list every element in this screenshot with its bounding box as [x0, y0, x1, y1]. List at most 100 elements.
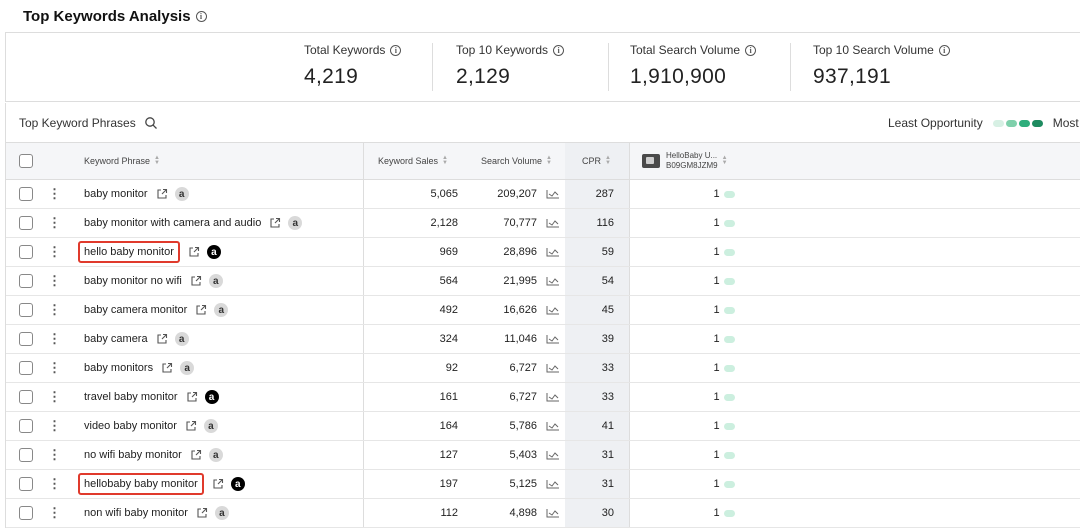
table-row[interactable]: ⋮ travel baby monitor a 161 6,727 33 1 [6, 383, 1080, 412]
table-row[interactable]: ⋮ video baby monitor a 164 5,786 41 1 [6, 412, 1080, 441]
amazon-icon[interactable]: a [204, 390, 219, 404]
row-checkbox[interactable] [19, 419, 33, 433]
header-search-volume[interactable]: Search Volume ▲ ▼ [481, 143, 552, 179]
row-menu-icon[interactable]: ⋮ [48, 273, 61, 289]
row-checkbox[interactable] [19, 477, 33, 491]
table-row[interactable]: ⋮ baby camera monitor a 492 16,626 45 1 [6, 296, 1080, 325]
trend-chart-icon[interactable] [546, 276, 560, 286]
row-checkbox[interactable] [19, 506, 33, 520]
header-product[interactable]: HelloBaby U... B09GM8JZM9 ▲ ▼ [642, 143, 728, 179]
row-menu-icon[interactable]: ⋮ [48, 418, 61, 434]
row-menu-icon[interactable]: ⋮ [48, 360, 61, 376]
external-link-icon[interactable] [156, 333, 168, 345]
table-row[interactable]: ⋮ baby monitor a 5,065 209,207 287 1 [6, 180, 1080, 209]
external-link-icon[interactable] [188, 246, 200, 258]
trend-chart-icon[interactable] [546, 508, 560, 518]
keyword-phrase[interactable]: baby camera monitor [84, 304, 187, 316]
external-link-icon[interactable] [269, 217, 281, 229]
external-link-icon[interactable] [186, 391, 198, 403]
external-link-icon[interactable] [185, 420, 197, 432]
info-icon[interactable]: i [390, 44, 402, 56]
trend-chart-icon[interactable] [546, 421, 560, 431]
keyword-phrase[interactable]: no wifi baby monitor [84, 449, 182, 461]
keyword-phrase[interactable]: hello baby monitor [78, 241, 180, 263]
amazon-icon[interactable]: a [214, 506, 229, 520]
row-checkbox[interactable] [19, 245, 33, 259]
keyword-phrase[interactable]: baby monitor no wifi [84, 275, 182, 287]
row-checkbox[interactable] [19, 361, 33, 375]
info-icon[interactable]: i [195, 11, 207, 22]
info-icon[interactable]: i [553, 44, 565, 56]
amazon-icon[interactable]: a [174, 332, 189, 346]
amazon-icon[interactable]: a [214, 303, 229, 317]
search-volume: 21,995 [503, 275, 537, 287]
table-row[interactable]: ⋮ baby monitors a 92 6,727 33 1 [6, 354, 1080, 383]
table-row[interactable]: ⋮ hellobaby baby monitor a 197 5,125 31 … [6, 470, 1080, 499]
external-link-icon[interactable] [212, 478, 224, 490]
amazon-icon[interactable]: a [180, 361, 195, 375]
external-link-icon[interactable] [196, 507, 208, 519]
table-row[interactable]: ⋮ no wifi baby monitor a 127 5,403 31 1 [6, 441, 1080, 470]
trend-chart-icon[interactable] [546, 218, 560, 228]
row-checkbox[interactable] [19, 216, 33, 230]
row-menu-icon[interactable]: ⋮ [48, 447, 61, 463]
trend-chart-icon[interactable] [546, 334, 560, 344]
keyword-phrase[interactable]: video baby monitor [84, 420, 177, 432]
row-menu-icon[interactable]: ⋮ [48, 389, 61, 405]
header-cpr[interactable]: CPR ▲ ▼ [582, 143, 611, 179]
row-checkbox[interactable] [19, 187, 33, 201]
amazon-icon[interactable]: a [230, 477, 245, 491]
external-link-icon[interactable] [156, 188, 168, 200]
amazon-icon[interactable]: a [206, 245, 221, 259]
trend-chart-icon[interactable] [546, 189, 560, 199]
table-row[interactable]: ⋮ hello baby monitor a 969 28,896 59 1 [6, 238, 1080, 267]
header-keyword-phrase[interactable]: Keyword Phrase ▲ ▼ [84, 143, 160, 179]
select-all-checkbox[interactable] [19, 154, 33, 168]
amazon-icon[interactable]: a [174, 187, 189, 201]
trend-chart-icon[interactable] [546, 363, 560, 373]
row-menu-icon[interactable]: ⋮ [48, 505, 61, 521]
row-checkbox[interactable] [19, 274, 33, 288]
opportunity-pill [723, 364, 735, 372]
row-menu-icon[interactable]: ⋮ [48, 331, 61, 347]
trend-chart-icon[interactable] [546, 305, 560, 315]
keyword-phrase[interactable]: travel baby monitor [84, 391, 178, 403]
trend-chart-icon[interactable] [546, 479, 560, 489]
row-menu-icon[interactable]: ⋮ [48, 302, 61, 318]
rank-cell: 1 [713, 507, 735, 519]
row-checkbox[interactable] [19, 303, 33, 317]
amazon-icon[interactable]: a [208, 274, 223, 288]
keyword-phrase[interactable]: hellobaby baby monitor [78, 473, 204, 495]
trend-chart-icon[interactable] [546, 247, 560, 257]
amazon-icon[interactable]: a [288, 216, 303, 230]
table-row[interactable]: ⋮ baby camera a 324 11,046 39 1 [6, 325, 1080, 354]
keyword-phrase[interactable]: baby monitor [84, 188, 148, 200]
amazon-icon[interactable]: a [208, 448, 223, 462]
row-menu-icon[interactable]: ⋮ [48, 215, 61, 231]
external-link-icon[interactable] [190, 275, 202, 287]
table-row[interactable]: ⋮ baby monitor with camera and audio a 2… [6, 209, 1080, 238]
info-icon[interactable]: i [745, 44, 757, 56]
header-keyword-sales[interactable]: Keyword Sales ▲ ▼ [378, 143, 448, 179]
amazon-icon[interactable]: a [203, 419, 218, 433]
table-row[interactable]: ⋮ non wifi baby monitor a 112 4,898 30 1 [6, 499, 1080, 528]
table-row[interactable]: ⋮ baby monitor no wifi a 564 21,995 54 1 [6, 267, 1080, 296]
keyword-phrase[interactable]: non wifi baby monitor [84, 507, 188, 519]
row-menu-icon[interactable]: ⋮ [48, 244, 61, 260]
keyword-phrase[interactable]: baby camera [84, 333, 148, 345]
external-link-icon[interactable] [161, 362, 173, 374]
info-icon[interactable]: i [938, 44, 950, 56]
metric-label: Total Search Volume [630, 43, 741, 57]
row-checkbox[interactable] [19, 332, 33, 346]
row-checkbox[interactable] [19, 390, 33, 404]
external-link-icon[interactable] [195, 304, 207, 316]
keyword-phrase[interactable]: baby monitor with camera and audio [84, 217, 261, 229]
external-link-icon[interactable] [190, 449, 202, 461]
row-checkbox[interactable] [19, 448, 33, 462]
keyword-phrase[interactable]: baby monitors [84, 362, 153, 374]
row-menu-icon[interactable]: ⋮ [48, 186, 61, 202]
trend-chart-icon[interactable] [546, 392, 560, 402]
search-icon[interactable] [144, 116, 158, 130]
row-menu-icon[interactable]: ⋮ [48, 476, 61, 492]
trend-chart-icon[interactable] [546, 450, 560, 460]
